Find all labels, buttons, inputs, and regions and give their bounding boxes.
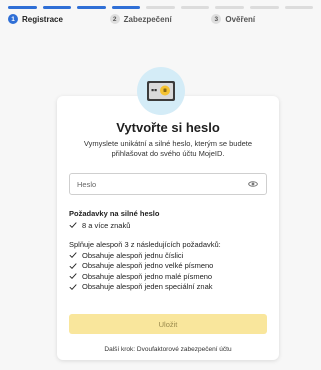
requirement-text: Obsahuje alespoň jedno malé písmeno <box>82 271 213 281</box>
eye-icon[interactable] <box>247 178 259 190</box>
password-field[interactable]: Heslo <box>69 173 267 195</box>
step-number: 2 <box>109 14 120 24</box>
next-step-text: Další krok: Dvoufaktorové zabezpečení úč… <box>104 346 232 353</box>
subrequirement-list: Obsahuje alespoň jednu číslici Obsahuje … <box>69 250 269 292</box>
create-password-card: Vytvořte si heslo Vymyslete unikátní a s… <box>57 96 279 360</box>
requirement-text: 8 a více znaků <box>82 220 131 230</box>
list-item: 8 a více znaků <box>69 220 269 231</box>
step-label: Zabezpečení <box>123 14 172 24</box>
list-item: Obsahuje alespoň jedno malé písmeno <box>69 271 269 282</box>
list-item: Obsahuje alespoň jedno velké písmeno <box>69 261 269 272</box>
password-device-icon <box>137 67 185 115</box>
page-title: Vytvořte si heslo <box>116 120 220 135</box>
step-indicator: 1 Registrace 2 Zabezpečení 3 Ověření <box>8 13 313 25</box>
requirement-text: Obsahuje alespoň jednu číslici <box>82 250 184 260</box>
progress-segment <box>146 6 175 9</box>
password-placeholder: Heslo <box>77 179 97 189</box>
progress-segment <box>284 6 314 9</box>
progress-bar <box>8 6 314 9</box>
check-icon <box>69 221 77 229</box>
requirement-text: Obsahuje alespoň jedno velké písmeno <box>82 261 214 271</box>
check-icon <box>69 251 77 259</box>
step-number: 1 <box>8 14 18 24</box>
list-item: Obsahuje alespoň jeden speciální znak <box>69 282 269 293</box>
check-icon <box>69 283 77 291</box>
progress-segment <box>77 6 106 9</box>
progress-segment <box>215 6 244 9</box>
step-number: 3 <box>211 14 222 24</box>
main-requirement-list: 8 a více znaků <box>69 220 269 231</box>
progress-segment <box>180 6 210 9</box>
description-text: Vymyslete unikátní a silné heslo, kterým… <box>83 139 253 158</box>
step-overeni: 3 Ověření <box>211 13 313 25</box>
step-label: Registrace <box>22 14 63 24</box>
step-label: Ověření <box>225 14 256 24</box>
progress-segment <box>111 6 141 9</box>
progress-segment <box>249 6 279 9</box>
save-button[interactable]: Uložit <box>69 314 267 334</box>
list-item: Obsahuje alespoň jednu číslici <box>69 250 269 261</box>
check-icon <box>69 272 77 280</box>
check-icon <box>69 262 77 270</box>
step-zabezpeceni: 2 Zabezpečení <box>109 13 212 25</box>
progress-segment <box>42 6 72 9</box>
step-registrace: 1 Registrace <box>8 13 110 25</box>
requirement-text: Obsahuje alespoň jeden speciální znak <box>82 282 213 292</box>
progress-segment <box>8 6 37 9</box>
requirements-title: Požadavky na silné heslo <box>69 209 160 218</box>
subrequirements-title: Splňuje alespoň 3 z následujících požada… <box>69 240 221 249</box>
